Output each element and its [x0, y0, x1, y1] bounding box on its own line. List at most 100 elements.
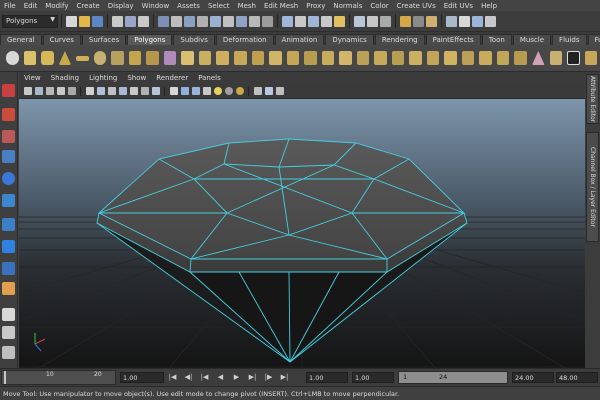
menu-set-selector[interactable]: Polygons ▼ [2, 14, 58, 28]
shelf-tab-general[interactable]: General [0, 34, 42, 45]
go-to-end-icon[interactable]: ▶| [280, 372, 289, 381]
panel-menu-renderer[interactable]: Renderer [151, 74, 193, 82]
wedge-face-icon[interactable] [549, 51, 563, 65]
shelf-tab-fluids[interactable]: Fluids [552, 34, 587, 45]
mirror-geometry-icon[interactable] [286, 51, 300, 65]
two-d-pan-zoom-icon[interactable] [67, 87, 76, 95]
playback-end-field[interactable]: 24.00 [512, 372, 554, 383]
menu-edit[interactable]: Edit [20, 2, 42, 10]
step-back-frame-icon[interactable]: ◀| [184, 372, 193, 381]
image-plane-icon[interactable] [56, 87, 65, 95]
panel-menu-view[interactable]: View [19, 74, 46, 82]
manipulator-tool-icon[interactable] [2, 218, 15, 231]
fill-hole-icon[interactable] [339, 51, 352, 65]
show-attribute-editor-icon[interactable] [459, 15, 470, 27]
step-forward-frame-icon[interactable]: |▶ [264, 372, 273, 381]
move-tool-icon[interactable] [2, 150, 15, 163]
render-settings-icon[interactable] [426, 15, 437, 27]
quadrangulate-icon[interactable] [391, 51, 405, 65]
paint-select-tool-icon[interactable] [2, 130, 15, 143]
triangulate-icon[interactable] [374, 51, 387, 65]
go-to-start-icon[interactable]: |◀ [168, 372, 177, 381]
shelf-tab-toon[interactable]: Toon [481, 34, 512, 45]
current-frame-marker[interactable] [4, 371, 6, 384]
toggle-input-line-icon[interactable] [446, 15, 457, 27]
menu-select[interactable]: Select [204, 2, 234, 10]
platonic-solid-icon[interactable] [163, 51, 177, 65]
menu-edit-mesh[interactable]: Edit Mesh [260, 2, 302, 10]
output-ops-icon[interactable] [367, 15, 378, 27]
bookmarks-icon[interactable] [45, 87, 54, 95]
select-rendering-icon[interactable] [249, 15, 260, 27]
ipr-render-icon[interactable] [413, 15, 424, 27]
shelf-tab-fur[interactable]: Fur [587, 34, 600, 45]
append-polygon-icon[interactable] [444, 51, 457, 65]
select-curves-icon[interactable] [197, 15, 208, 27]
grid-toggle-icon[interactable] [85, 87, 94, 95]
render-frame-icon[interactable] [400, 15, 411, 27]
soft-mod-tool-icon[interactable] [2, 240, 15, 253]
new-scene-icon[interactable] [66, 15, 77, 27]
mask-icon[interactable] [158, 15, 169, 27]
panel-menu-panels[interactable]: Panels [193, 74, 226, 82]
split-polygon-icon[interactable] [461, 51, 475, 65]
playback-start-field[interactable]: 1.00 [352, 372, 394, 383]
make-hole-icon[interactable] [356, 51, 370, 65]
use-all-lights-icon[interactable] [213, 87, 222, 95]
show-manipulator-icon[interactable] [2, 262, 15, 275]
shelf-tab-muscle[interactable]: Muscle [512, 34, 552, 45]
snap-point-icon[interactable] [308, 15, 319, 27]
menu-display[interactable]: Display [104, 2, 138, 10]
perspective-viewport[interactable] [19, 99, 585, 368]
menu-create-uvs[interactable]: Create UVs [393, 2, 440, 10]
bridge-icon[interactable] [426, 51, 440, 65]
open-scene-icon[interactable] [79, 15, 90, 27]
xray-joints-icon[interactable] [275, 87, 284, 95]
shelf-tab-curves[interactable]: Curves [42, 34, 81, 45]
current-time-field[interactable]: 1.00 [120, 372, 164, 383]
select-misc-icon[interactable] [262, 15, 273, 27]
poly-sphere-icon[interactable] [6, 51, 19, 65]
xray-icon[interactable] [264, 87, 273, 95]
menu-file[interactable]: File [0, 2, 20, 10]
poly-pipe-icon[interactable] [146, 51, 159, 65]
menu-proxy[interactable]: Proxy [302, 2, 329, 10]
shelf-tab-surfaces[interactable]: Surfaces [81, 34, 127, 45]
animation-start-field[interactable]: 1.00 [306, 372, 348, 383]
smooth-icon[interactable] [304, 51, 317, 65]
show-tool-settings-icon[interactable] [472, 15, 483, 27]
isolate-select-icon[interactable] [253, 87, 262, 95]
select-dynamics-icon[interactable] [236, 15, 247, 27]
snap-curve-icon[interactable] [295, 15, 306, 27]
resolution-gate-icon[interactable] [107, 87, 116, 95]
select-component-icon[interactable] [138, 15, 149, 27]
average-vertices-icon[interactable] [321, 51, 335, 65]
save-scene-icon[interactable] [92, 15, 103, 27]
last-tool-icon[interactable] [2, 282, 15, 295]
snap-grid-icon[interactable] [282, 15, 293, 27]
insert-edge-loop-icon[interactable] [479, 51, 492, 65]
boolean-difference-icon[interactable] [251, 51, 265, 65]
menu-color[interactable]: Color [366, 2, 392, 10]
poly-cube-icon[interactable] [23, 51, 37, 65]
shadows-icon[interactable] [224, 87, 233, 95]
boolean-intersection-icon[interactable] [269, 51, 282, 65]
poly-cone-icon[interactable] [58, 51, 72, 65]
menu-help[interactable]: Help [477, 2, 501, 10]
extrude-icon[interactable] [409, 51, 422, 65]
uv-editor-icon[interactable] [584, 51, 598, 65]
menu-modify[interactable]: Modify [41, 2, 72, 10]
boolean-union-icon[interactable] [233, 51, 247, 65]
safe-action-icon[interactable] [140, 87, 149, 95]
construction-history-icon[interactable] [380, 15, 391, 27]
select-deformations-icon[interactable] [223, 15, 234, 27]
attribute-editor-tab[interactable]: Attribute Editor [586, 74, 599, 124]
offset-edge-loop-icon[interactable] [496, 51, 510, 65]
select-camera-icon[interactable] [23, 87, 32, 95]
menu-edit-uvs[interactable]: Edit UVs [440, 2, 477, 10]
shelf-tab-polygons[interactable]: Polygons [127, 34, 173, 45]
channel-box-tab[interactable]: Channel Box / Layer Editor [586, 132, 599, 242]
play-forwards-icon[interactable]: ▶ [232, 372, 241, 381]
snap-view-plane-icon[interactable] [321, 15, 332, 27]
menu-mesh[interactable]: Mesh [234, 2, 260, 10]
